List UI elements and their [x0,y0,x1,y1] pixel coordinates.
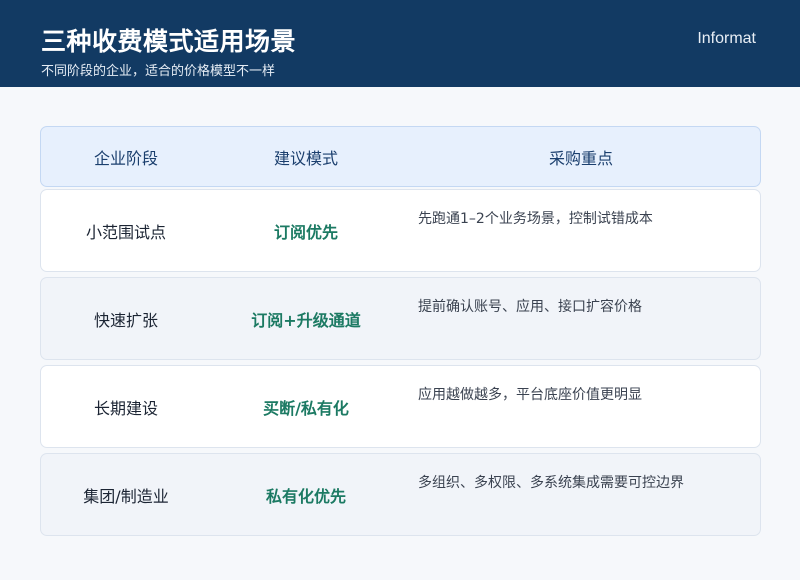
page-title: 三种收费模式适用场景 [41,27,297,56]
mode-cell: 买断/私有化 [263,398,349,418]
mode-cell: 私有化优先 [265,486,346,506]
focus-text: 多组织、多权限、多系统集成需要可控边界 [418,475,684,491]
pricing-scenario-table: 企业阶段 建议模式 采购重点 小范围试点 订阅优先 先跑通1–2个业务场景，控制… [40,126,761,536]
mode-cell: 订阅优先 [273,222,338,242]
table-row: 快速扩张 订阅+升级通道 提前确认账号、应用、接口扩容价格 [40,277,761,360]
focus-text: 先跑通1–2个业务场景，控制试错成本 [418,211,653,227]
page-subtitle: 不同阶段的企业，适合的价格模型不一样 [41,64,276,79]
stage-cell: 长期建设 [93,398,158,418]
column-header-stage: 企业阶段 [93,148,158,168]
table-row: 小范围试点 订阅优先 先跑通1–2个业务场景，控制试错成本 [40,189,761,272]
table-header-row: 企业阶段 建议模式 采购重点 [40,126,761,187]
focus-cell: 先跑通1–2个业务场景，控制试错成本 [418,190,718,271]
header-banner: 三种收费模式适用场景 不同阶段的企业，适合的价格模型不一样 Informat [0,0,800,87]
mode-cell: 订阅+升级通道 [251,310,361,330]
stage-cell: 快速扩张 [93,310,158,330]
column-header-mode: 建议模式 [273,148,338,168]
focus-cell: 多组织、多权限、多系统集成需要可控边界 [418,454,718,535]
table-row: 集团/制造业 私有化优先 多组织、多权限、多系统集成需要可控边界 [40,453,761,536]
stage-cell: 集团/制造业 [83,486,169,506]
stage-cell: 小范围试点 [85,222,166,242]
focus-text: 提前确认账号、应用、接口扩容价格 [418,299,642,315]
focus-text: 应用越做越多，平台底座价值更明显 [418,387,642,403]
focus-cell: 应用越做越多，平台底座价值更明显 [418,366,718,447]
focus-cell: 提前确认账号、应用、接口扩容价格 [418,278,718,359]
brand-name: Informat [697,30,756,47]
table-row: 长期建设 买断/私有化 应用越做越多，平台底座价值更明显 [40,365,761,448]
column-header-focus: 采购重点 [548,148,613,168]
